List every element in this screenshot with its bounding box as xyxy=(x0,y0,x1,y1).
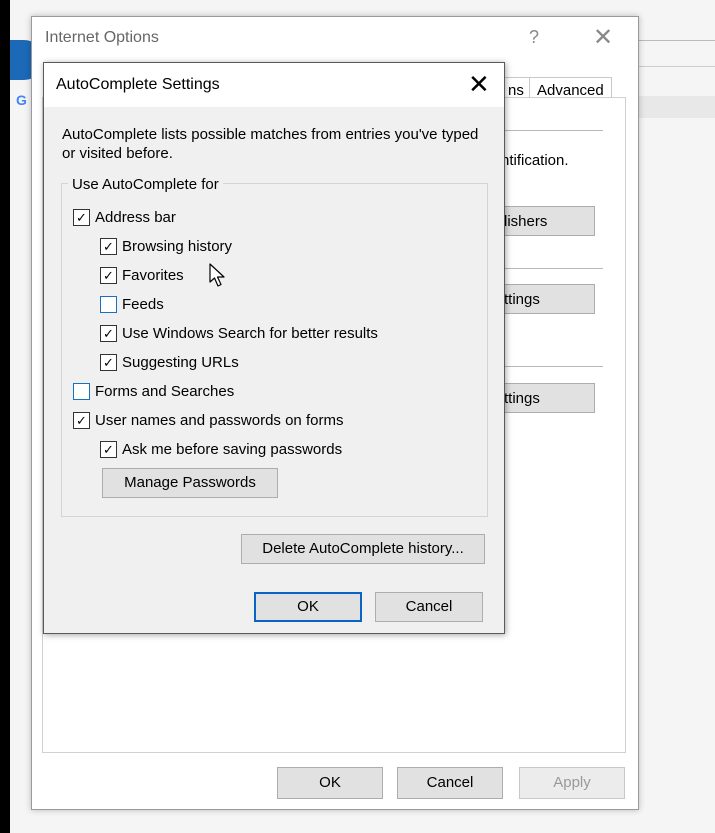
apply-button[interactable]: Apply xyxy=(519,767,625,799)
checkbox[interactable] xyxy=(73,383,90,400)
autocomplete-settings-dialog: AutoComplete Settings ✕ AutoComplete lis… xyxy=(43,62,505,634)
checkbox[interactable] xyxy=(100,296,117,313)
divider xyxy=(503,268,603,269)
dialog-titlebar: AutoComplete Settings ✕ xyxy=(44,63,504,107)
checkbox-label: Feeds xyxy=(122,296,164,313)
publishers-button[interactable]: lishers xyxy=(493,206,595,236)
cancel-button[interactable]: Cancel xyxy=(397,767,503,799)
checkbox[interactable]: ✓ xyxy=(100,441,117,458)
google-icon: G xyxy=(16,92,27,108)
checkbox-label: Address bar xyxy=(95,209,176,226)
checkbox[interactable]: ✓ xyxy=(100,238,117,255)
checkbox-label: Favorites xyxy=(122,267,184,284)
ok-button[interactable]: OK xyxy=(277,767,383,799)
window-title: Internet Options xyxy=(45,29,159,46)
checkbox[interactable]: ✓ xyxy=(100,354,117,371)
dialog-title: AutoComplete Settings xyxy=(56,76,220,93)
dialog-description: AutoComplete lists possible matches from… xyxy=(62,126,479,162)
cancel-button[interactable]: Cancel xyxy=(375,592,483,622)
checkbox-label: User names and passwords on forms xyxy=(95,412,344,429)
autocomplete-groupbox xyxy=(61,183,488,517)
autocomplete-settings-button[interactable]: ttings xyxy=(493,284,595,314)
certificate-text: ntification. xyxy=(501,152,569,169)
checkbox-label: Ask me before saving passwords xyxy=(122,441,343,458)
delete-autocomplete-history-button[interactable]: Delete AutoComplete history... xyxy=(241,534,485,564)
divider xyxy=(503,130,603,131)
checkbox[interactable]: ✓ xyxy=(73,209,90,226)
checkbox[interactable]: ✓ xyxy=(73,412,90,429)
checkbox[interactable]: ✓ xyxy=(100,267,117,284)
close-icon[interactable]: ✕ xyxy=(468,69,490,100)
ok-button[interactable]: OK xyxy=(254,592,362,622)
close-button[interactable]: ✕ xyxy=(593,23,613,52)
groupbox-label: Use AutoComplete for xyxy=(68,176,223,193)
manage-passwords-button[interactable]: Manage Passwords xyxy=(102,468,278,498)
mouse-cursor-icon xyxy=(209,263,225,287)
checkbox-label: Forms and Searches xyxy=(95,383,235,400)
checkbox-label: Suggesting URLs xyxy=(122,354,239,371)
feeds-settings-button[interactable]: ttings xyxy=(493,383,595,413)
checkbox-label: Browsing history xyxy=(122,238,233,255)
checkbox[interactable]: ✓ xyxy=(100,325,117,342)
divider xyxy=(503,366,603,367)
checkbox-label: Use Windows Search for better results xyxy=(122,325,378,342)
help-button[interactable]: ? xyxy=(529,27,539,48)
